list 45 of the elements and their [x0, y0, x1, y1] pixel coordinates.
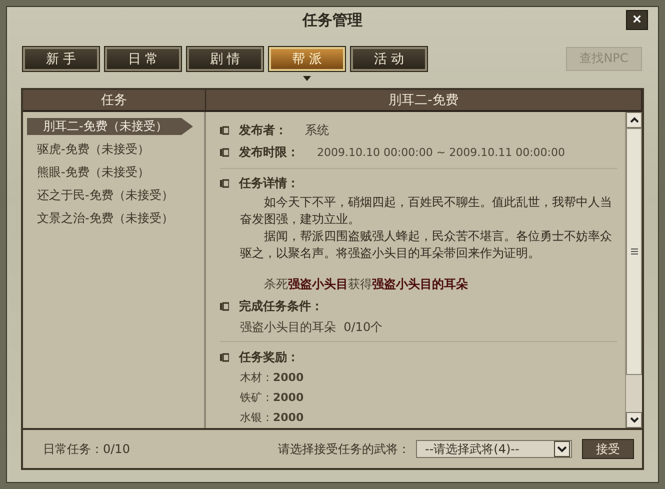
task-list-item[interactable]: 还之于民-免费（未接受）: [27, 187, 204, 204]
bullet-icon: [220, 126, 229, 136]
description-paragraph: 如今天下不平，硝烟四起，百姓民不聊生。值此乱世，我帮中人当奋发图强，建功立业。: [240, 194, 613, 228]
column-header: 任务: [23, 90, 206, 112]
reward-text: 铁矿：2000: [240, 390, 305, 406]
objective-text: 杀死强盗小头目获得强盗小头目的耳朵: [263, 276, 469, 294]
caret-up-icon: [630, 117, 638, 123]
section-label: 完成任务条件：: [239, 298, 323, 315]
column-header: 刖耳二-免费: [206, 90, 642, 112]
general-select-label: 请选择接受任务的武将：: [278, 440, 410, 458]
section-label: 任务奖励：: [239, 348, 299, 366]
dropdown-icon: [554, 441, 570, 457]
bullet-icon: [220, 352, 229, 362]
scroll-up-button[interactable]: [626, 112, 642, 128]
task-list-item[interactable]: 熊眼-免费（未接受）: [27, 164, 204, 181]
field-value: 2009.10.10 00:00:00 ~ 2009.10.11 00:00:00: [317, 146, 565, 160]
reward-text: 木材：2000: [240, 370, 305, 386]
bullet-icon: [220, 302, 229, 311]
field-label: 发布时限：: [239, 144, 299, 162]
tab[interactable]: 剧 情: [187, 46, 263, 70]
close-button[interactable]: ×: [626, 10, 648, 30]
grip-icon: [630, 248, 638, 255]
pointer-icon: [303, 76, 311, 80]
field-value: 系统: [305, 122, 329, 140]
tab[interactable]: 新 手: [23, 46, 99, 70]
tab[interactable]: 帮 派: [269, 46, 345, 70]
bullet-icon: [220, 148, 229, 158]
caret-down-icon: [630, 417, 638, 423]
scroll-down-button[interactable]: [626, 412, 642, 428]
task-list-item[interactable]: 文景之治-免费（未接受）: [27, 210, 204, 227]
reward-text: 水银：2000: [240, 410, 305, 426]
section-label: 任务详情：: [239, 174, 299, 192]
condition-text: 强盗小头目的耳朵 0/10个: [240, 319, 384, 336]
description-paragraph: 据闻，帮派四围盗贼强人蜂起，民众苦不堪言。各位勇士不妨率众驱之，以聚名声。将强盗小头目的耳朵带回来作为证明。: [240, 228, 613, 262]
tab[interactable]: 日 常: [105, 46, 181, 70]
daily-task-count: 日常任务：0/10: [43, 440, 130, 458]
window-title: 任务管理: [302, 10, 362, 30]
general-select[interactable]: --请选择武将(4)--: [416, 440, 572, 458]
task-list-item[interactable]: 驱虎-免费（未接受）: [27, 141, 204, 158]
scroll-thumb[interactable]: [626, 128, 642, 375]
bullet-icon: [220, 178, 229, 188]
accept-button[interactable]: 接受: [582, 439, 634, 459]
task-list-item[interactable]: 刖耳二-免费（未接受）: [27, 118, 193, 135]
field-label: 发布者：: [239, 122, 287, 140]
tab[interactable]: 活 动: [351, 46, 427, 70]
